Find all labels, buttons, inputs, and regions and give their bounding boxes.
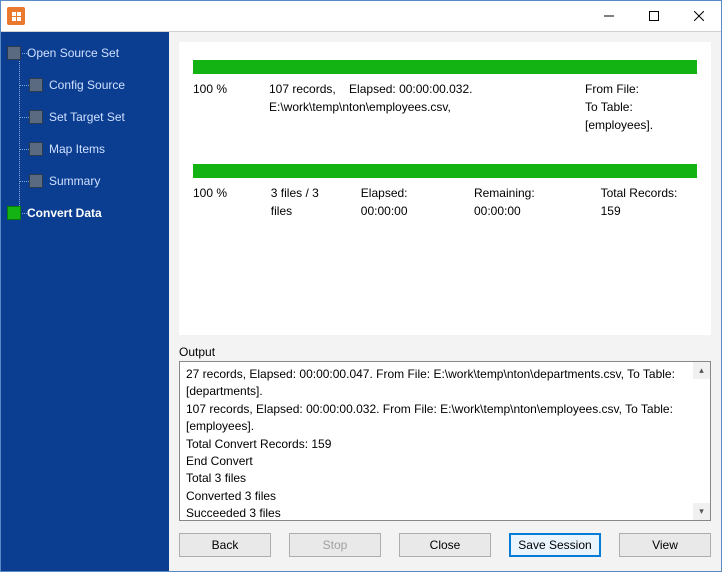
close-window-button[interactable] (676, 2, 721, 31)
output-line: 27 records, Elapsed: 00:00:00.047. From … (186, 366, 692, 401)
sidebar-item-label: Set Target Set (49, 110, 125, 124)
output-section: Output 27 records, Elapsed: 00:00:00.047… (179, 345, 711, 521)
output-line: Succeeded 3 files (186, 505, 692, 521)
file-progress-percent: 100 % (193, 80, 253, 98)
output-line: End Convert (186, 453, 692, 470)
button-bar: Back Stop Close Save Session View (179, 521, 711, 561)
output-line: 107 records, Elapsed: 00:00:00.032. From… (186, 401, 692, 436)
output-label: Output (179, 345, 711, 359)
main-panel: 100 % 107 records, Elapsed: 00:00:00.032… (169, 32, 721, 571)
overall-files: 3 files / 3 files (271, 184, 341, 220)
sidebar-item-label: Config Source (49, 78, 125, 92)
file-progress-detail: 107 records, Elapsed: 00:00:00.032. E:\w… (269, 80, 569, 116)
progress-section: 100 % 107 records, Elapsed: 00:00:00.032… (179, 42, 711, 230)
save-session-button[interactable]: Save Session (509, 533, 601, 557)
file-elapsed: Elapsed: 00:00:00.032. (349, 82, 472, 96)
close-button[interactable]: Close (399, 533, 491, 557)
step-box-icon (7, 46, 21, 60)
sidebar-item-label: Convert Data (27, 206, 102, 220)
sidebar-item-set-target-set[interactable]: Set Target Set (7, 104, 163, 130)
file-progress-target: From File: To Table: [employees]. (585, 80, 697, 134)
from-file-label: From File: (585, 82, 639, 96)
view-button[interactable]: View (619, 533, 711, 557)
step-box-icon (7, 206, 21, 220)
sidebar-item-summary[interactable]: Summary (7, 168, 163, 194)
file-progress-bar (193, 60, 697, 74)
to-table-label: To Table: [employees]. (585, 100, 653, 132)
minimize-button[interactable] (586, 2, 631, 31)
step-box-icon (29, 174, 43, 188)
sidebar-item-config-source[interactable]: Config Source (7, 72, 163, 98)
wizard-sidebar: Open Source Set Config Source Set Target… (1, 32, 169, 571)
overall-progress-bar (193, 164, 697, 178)
sidebar-item-label: Map Items (49, 142, 105, 156)
scroll-down-icon[interactable]: ▾ (693, 503, 710, 520)
overall-remaining: Remaining: 00:00:00 (474, 184, 581, 220)
overall-elapsed: Elapsed: 00:00:00 (361, 184, 454, 220)
back-button[interactable]: Back (179, 533, 271, 557)
sidebar-item-label: Open Source Set (27, 46, 119, 60)
output-line: Total Convert Records: 159 (186, 436, 692, 453)
blank-area (179, 230, 711, 335)
step-box-icon (29, 110, 43, 124)
step-box-icon (29, 78, 43, 92)
file-progress-row: 100 % 107 records, Elapsed: 00:00:00.032… (193, 80, 697, 134)
sidebar-item-convert-data[interactable]: Convert Data (7, 200, 163, 226)
app-icon (7, 7, 25, 25)
scroll-up-icon[interactable]: ▴ (693, 362, 710, 379)
file-path: E:\work\temp\nton\employees.csv, (269, 100, 451, 114)
app-window: Open Source Set Config Source Set Target… (0, 0, 722, 572)
output-line: Total 3 files (186, 470, 692, 487)
maximize-button[interactable] (631, 2, 676, 31)
overall-percent: 100 % (193, 184, 251, 220)
sidebar-item-map-items[interactable]: Map Items (7, 136, 163, 162)
overall-total: Total Records: 159 (601, 184, 697, 220)
output-textarea[interactable]: 27 records, Elapsed: 00:00:00.047. From … (179, 361, 711, 521)
output-line: Converted 3 files (186, 488, 692, 505)
titlebar (1, 1, 721, 31)
stop-button: Stop (289, 533, 381, 557)
overall-progress-row: 100 % 3 files / 3 files Elapsed: 00:00:0… (193, 184, 697, 220)
sidebar-item-label: Summary (49, 174, 100, 188)
file-records: 107 records, (269, 82, 336, 96)
sidebar-item-open-source-set[interactable]: Open Source Set (7, 40, 163, 66)
step-box-icon (29, 142, 43, 156)
